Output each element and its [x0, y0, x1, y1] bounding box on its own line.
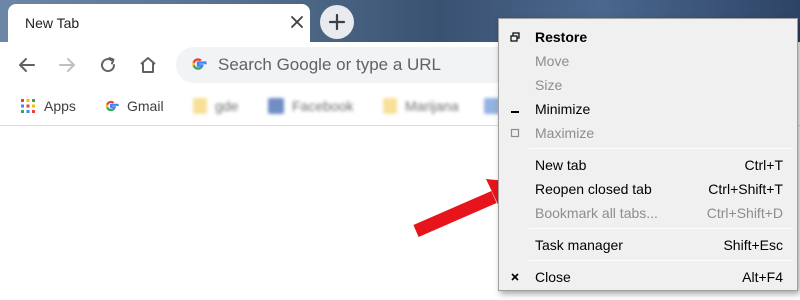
bookmark-label: Marijana: [405, 98, 459, 114]
google-g-icon: [105, 100, 119, 112]
bookmark-label: Apps: [44, 98, 76, 114]
facebook-icon: [268, 98, 284, 114]
bookmark-gmail[interactable]: Gmail: [103, 96, 164, 116]
menu-item-minimize[interactable]: Minimize: [499, 97, 797, 121]
menu-item-bookmark-all-tabs: Bookmark all tabs... Ctrl+Shift+D: [499, 201, 797, 225]
menu-item-shortcut: Alt+F4: [742, 269, 783, 285]
apps-grid-icon: [21, 99, 35, 113]
menu-item-shortcut: Ctrl+Shift+D: [706, 205, 783, 221]
close-tab-icon[interactable]: [288, 13, 306, 31]
minimize-icon: [511, 111, 519, 113]
menu-item-size: Size: [499, 73, 797, 97]
folder-icon: [383, 98, 397, 114]
bookmark-apps[interactable]: Apps: [20, 96, 76, 116]
menu-item-label: Restore: [535, 29, 588, 45]
bookmark-label: Gmail: [127, 98, 164, 114]
back-arrow-icon[interactable]: [15, 53, 39, 77]
tab-title: New Tab: [25, 15, 80, 31]
menu-item-new-tab[interactable]: New tab Ctrl+T: [499, 153, 797, 177]
menu-item-label: Task manager: [535, 237, 623, 253]
google-g-icon: [192, 58, 207, 70]
menu-item-shortcut: Ctrl+Shift+T: [708, 181, 783, 197]
menu-item-maximize: Maximize: [499, 121, 797, 145]
reload-icon[interactable]: [96, 53, 120, 77]
plus-icon: [328, 13, 346, 31]
restore-icon: [510, 32, 520, 42]
window-context-menu: Restore Move Size Minimize Maximize New …: [498, 18, 798, 291]
folder-icon: [193, 98, 207, 114]
maximize-icon: [510, 128, 520, 138]
bookmark-folder-gde[interactable]: gde: [193, 96, 238, 116]
menu-item-close[interactable]: Close Alt+F4: [499, 265, 797, 289]
menu-item-restore[interactable]: Restore: [499, 25, 797, 49]
menu-separator: [529, 260, 793, 261]
bookmark-label: Facebook: [292, 98, 354, 114]
menu-separator: [529, 148, 793, 149]
menu-item-label: Minimize: [535, 101, 591, 117]
menu-item-shortcut: Shift+Esc: [723, 237, 783, 253]
close-icon: [511, 273, 519, 281]
menu-item-reopen-closed-tab[interactable]: Reopen closed tab Ctrl+Shift+T: [499, 177, 797, 201]
menu-item-label: New tab: [535, 157, 587, 173]
menu-item-shortcut: Ctrl+T: [744, 157, 784, 173]
tab-new-tab[interactable]: New Tab: [8, 4, 310, 42]
omnibox-placeholder: Search Google or type a URL: [218, 55, 442, 74]
menu-item-move: Move: [499, 49, 797, 73]
menu-separator: [529, 228, 793, 229]
menu-item-label: Maximize: [535, 125, 595, 141]
menu-item-label: Move: [535, 53, 570, 69]
new-tab-button[interactable]: [320, 5, 354, 39]
menu-item-task-manager[interactable]: Task manager Shift+Esc: [499, 233, 797, 257]
bookmark-label: gde: [215, 98, 239, 114]
menu-item-label: Close: [535, 269, 571, 285]
menu-item-label: Reopen closed tab: [535, 181, 652, 197]
bookmark-facebook[interactable]: Facebook: [268, 96, 353, 116]
menu-item-label: Size: [535, 77, 563, 93]
bookmark-folder-marijana[interactable]: Marijana: [383, 96, 459, 116]
menu-item-label: Bookmark all tabs...: [535, 205, 658, 221]
forward-arrow-icon[interactable]: [55, 53, 79, 77]
home-icon[interactable]: [136, 53, 160, 77]
